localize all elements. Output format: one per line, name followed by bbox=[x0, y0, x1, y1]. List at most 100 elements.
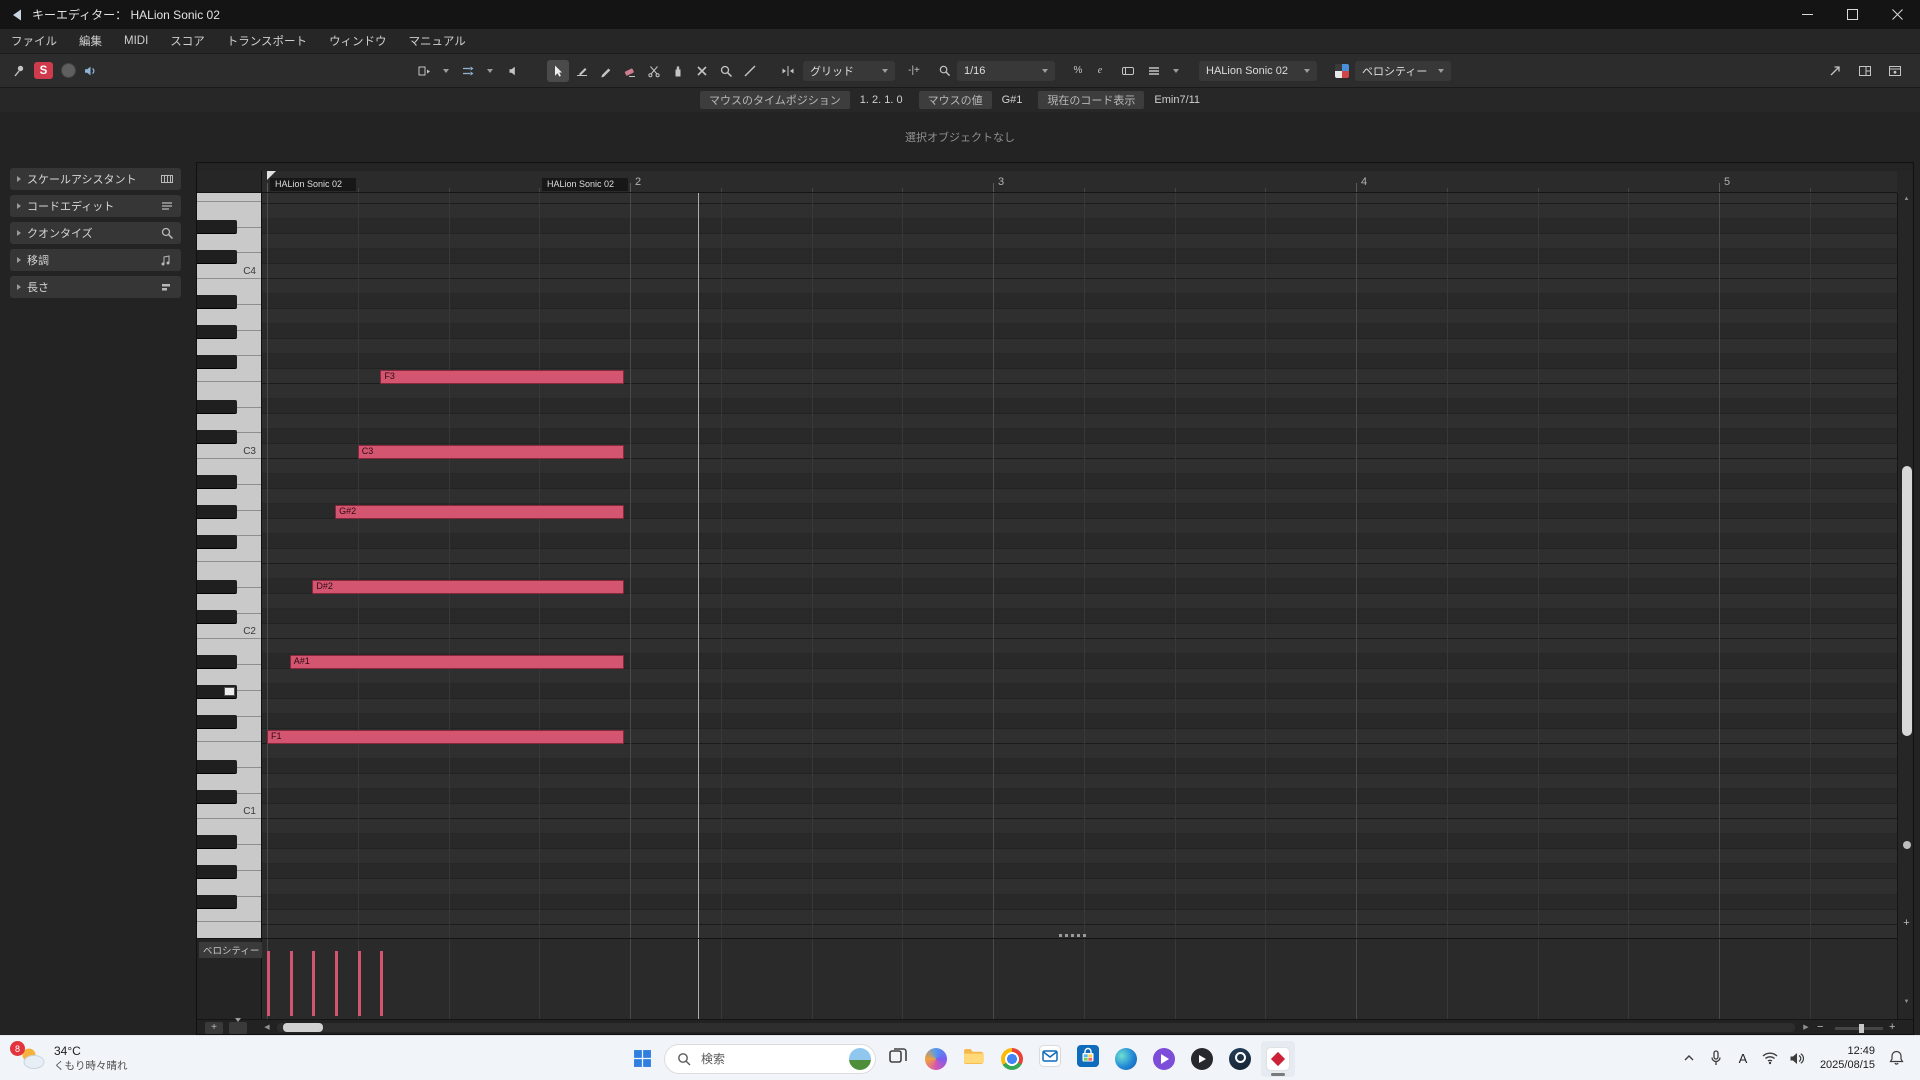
velocity-lane[interactable] bbox=[262, 938, 1897, 1019]
piano-key-black[interactable] bbox=[197, 609, 237, 624]
zoom-out-button[interactable]: − bbox=[1817, 1021, 1823, 1033]
piano-key-black[interactable] bbox=[197, 895, 237, 910]
notification-bell-icon[interactable] bbox=[1884, 1044, 1908, 1072]
quantize-preset-dropdown[interactable]: 1/16 bbox=[957, 60, 1055, 81]
start-button[interactable] bbox=[625, 1041, 659, 1077]
piano-key-black[interactable] bbox=[197, 399, 237, 414]
piano-key-black[interactable] bbox=[197, 354, 237, 369]
taskbar-app-mail[interactable] bbox=[1033, 1041, 1067, 1077]
inspector-section-chord-edit[interactable]: コードエディット bbox=[10, 195, 181, 217]
inspector-section-transpose[interactable]: 移調 bbox=[10, 249, 181, 271]
menu-item-window[interactable]: ウィンドウ bbox=[318, 29, 398, 53]
midi-note-as1[interactable]: A#1 bbox=[289, 654, 624, 669]
pin-editor-button[interactable] bbox=[8, 60, 30, 82]
zoom-slider-thumb[interactable] bbox=[1859, 1024, 1864, 1033]
menu-item-manual[interactable]: マニュアル bbox=[398, 29, 477, 53]
independent-options-button[interactable] bbox=[479, 60, 493, 82]
inspector-section-scale-assistant[interactable]: スケールアシスタント bbox=[10, 168, 181, 190]
search-box[interactable] bbox=[664, 1043, 876, 1074]
project-cursor[interactable] bbox=[698, 193, 699, 938]
search-input[interactable] bbox=[699, 1050, 833, 1067]
tool-line-button[interactable] bbox=[739, 60, 761, 82]
tool-select-button[interactable] bbox=[547, 59, 569, 82]
independent-playback-button[interactable] bbox=[457, 60, 479, 82]
project-cursor[interactable] bbox=[698, 939, 699, 1019]
piano-key-black[interactable] bbox=[197, 865, 237, 879]
event-colors-button[interactable] bbox=[1143, 60, 1165, 82]
snap-toggle-button[interactable] bbox=[777, 60, 799, 82]
vertical-zoom-in-button[interactable]: + bbox=[1898, 917, 1913, 929]
ime-mode-indicator[interactable]: A bbox=[1731, 1044, 1755, 1072]
taskbar-app-media-player[interactable] bbox=[1185, 1041, 1219, 1077]
toolbar-setup-button[interactable] bbox=[1884, 60, 1906, 82]
piano-key-black[interactable] bbox=[197, 324, 237, 339]
piano-keyboard[interactable]: C4 C3 C2 C1 bbox=[197, 193, 262, 938]
maximize-button[interactable] bbox=[1830, 0, 1875, 29]
tray-chevron-up-icon[interactable] bbox=[1677, 1044, 1701, 1072]
taskbar-app-store[interactable] bbox=[1071, 1041, 1105, 1077]
grid-type-dropdown[interactable]: グリッド bbox=[803, 60, 895, 81]
record-in-editor-button[interactable] bbox=[57, 60, 79, 82]
velocity-bar-c3[interactable] bbox=[357, 951, 361, 1016]
horizontal-scrollbar-thumb[interactable] bbox=[283, 1023, 323, 1032]
velocity-bar-ds2[interactable] bbox=[312, 951, 316, 1016]
tool-glue-button[interactable] bbox=[667, 60, 689, 82]
iterative-quantize-button[interactable]: % bbox=[1067, 60, 1089, 82]
horizontal-scrollbar[interactable] bbox=[277, 1023, 1795, 1032]
piano-key-black[interactable] bbox=[197, 534, 237, 549]
lane-resize-handle[interactable] bbox=[1059, 934, 1086, 937]
piano-key-black[interactable] bbox=[197, 834, 237, 849]
scroll-left-button[interactable]: ◀ bbox=[260, 1021, 274, 1034]
controller-lane-menu-button[interactable] bbox=[229, 1018, 247, 1034]
velocity-bar-f1[interactable] bbox=[267, 951, 270, 1016]
event-colors-caret[interactable] bbox=[1165, 60, 1179, 82]
zoom-in-button[interactable]: + bbox=[1889, 1021, 1895, 1033]
part-start-marker[interactable] bbox=[267, 171, 276, 180]
tool-erase-button[interactable] bbox=[619, 60, 641, 82]
microphone-icon[interactable] bbox=[1704, 1044, 1728, 1072]
scroll-down-button[interactable]: ▼ bbox=[1898, 999, 1913, 1005]
scroll-up-button[interactable]: ▲ bbox=[1898, 196, 1913, 202]
tool-split-button[interactable] bbox=[643, 60, 665, 82]
autoscroll-button[interactable] bbox=[413, 60, 435, 82]
piano-key-black[interactable] bbox=[197, 294, 237, 309]
taskbar-app-clipchamp[interactable] bbox=[1147, 1041, 1181, 1077]
note-grid[interactable]: F3 C3 G#2 D#2 A#1 F1 bbox=[262, 193, 1897, 938]
scroll-right-button[interactable]: ▶ bbox=[1799, 1021, 1813, 1034]
piano-key-black[interactable] bbox=[197, 474, 237, 489]
taskbar-app-steam[interactable] bbox=[1223, 1041, 1257, 1077]
piano-key-black[interactable] bbox=[197, 789, 237, 804]
zone-link-button[interactable] bbox=[1824, 60, 1846, 82]
piano-key-black[interactable] bbox=[197, 429, 237, 444]
midi-note-ds2[interactable]: D#2 bbox=[312, 579, 624, 594]
minimize-button[interactable] bbox=[1785, 0, 1830, 29]
color-menu-button[interactable] bbox=[1331, 60, 1353, 82]
velocity-bar-f3[interactable] bbox=[380, 951, 384, 1016]
piano-key-black[interactable] bbox=[197, 759, 237, 774]
weather-widget[interactable]: 8 34°C くもり時々晴れ bbox=[10, 1038, 134, 1078]
inspector-section-length[interactable]: 長さ bbox=[10, 276, 181, 298]
vertical-scrollbar-thumb[interactable] bbox=[1902, 466, 1912, 736]
midi-note-f3[interactable]: F3 bbox=[380, 369, 624, 384]
part-editing-mode-button[interactable] bbox=[1117, 60, 1139, 82]
quantize-panel-button[interactable]: e bbox=[1089, 60, 1111, 82]
part-selector-dropdown[interactable]: HALion Sonic 02 bbox=[1199, 60, 1317, 81]
inspector-section-quantize[interactable]: クオンタイズ bbox=[10, 222, 181, 244]
volume-icon[interactable] bbox=[1785, 1044, 1809, 1072]
piano-key-black[interactable] bbox=[197, 714, 237, 729]
piano-key-white[interactable] bbox=[197, 922, 261, 938]
piano-key-black[interactable] bbox=[197, 249, 237, 264]
tool-trim-button[interactable] bbox=[571, 60, 593, 82]
taskbar-app-chrome[interactable] bbox=[995, 1041, 1029, 1077]
midi-note-c3[interactable]: C3 bbox=[357, 444, 624, 459]
vertical-zoom-handle[interactable] bbox=[1903, 841, 1911, 849]
audition-button[interactable] bbox=[503, 60, 525, 82]
add-controller-lane-button[interactable]: + bbox=[205, 1022, 223, 1034]
tool-zoom-button[interactable] bbox=[715, 60, 737, 82]
midi-note-f1[interactable]: F1 bbox=[267, 729, 624, 744]
close-button[interactable] bbox=[1875, 0, 1920, 29]
velocity-bar-gs2[interactable] bbox=[335, 951, 339, 1016]
piano-key-black[interactable] bbox=[197, 654, 237, 669]
menu-item-file[interactable]: ファイル bbox=[0, 29, 68, 53]
velocity-bar-as1[interactable] bbox=[289, 951, 293, 1016]
